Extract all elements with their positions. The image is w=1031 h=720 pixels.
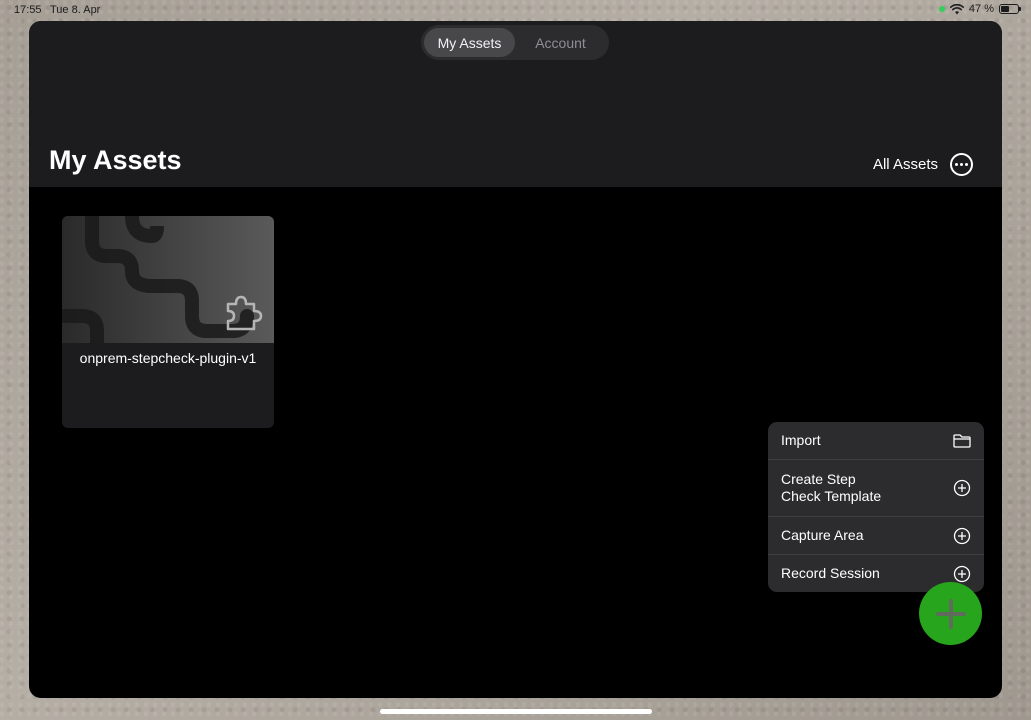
plus-circle-icon [953,565,971,583]
folder-icon [953,432,971,450]
home-indicator[interactable] [380,709,652,714]
add-menu: Import Create Step Check Template Captur… [768,422,984,592]
plus-icon [935,598,966,629]
header-actions: All Assets [873,153,973,176]
menu-item-capture-area[interactable]: Capture Area [768,517,984,555]
status-bar: 17:55 Tue 8. Apr 47 % [0,0,1031,20]
status-time: 17:55 [14,4,42,16]
tab-account[interactable]: Account [515,28,606,57]
all-assets-filter[interactable]: All Assets [873,156,938,173]
menu-item-label: Capture Area [781,527,864,543]
page-title: My Assets [49,145,182,175]
puzzle-piece-icon [226,295,263,331]
asset-thumbnail [62,216,274,343]
wifi-icon [949,3,964,14]
app-window: My Assets Account My Assets All Assets o… [29,21,1002,698]
plus-circle-icon [953,527,971,545]
plus-circle-icon [953,479,971,497]
ellipsis-circle-icon[interactable] [950,153,973,176]
battery-percentage: 47 % [968,3,994,15]
battery-icon [999,4,1021,14]
header: My Assets Account My Assets All Assets [29,21,1002,187]
asset-card[interactable]: onprem-stepcheck-plugin-v1 [62,216,274,428]
asset-name: onprem-stepcheck-plugin-v1 [79,350,257,366]
menu-item-import[interactable]: Import [768,422,984,460]
menu-item-label: Import [781,432,821,448]
status-indicators: 47 % [938,3,1021,15]
menu-item-label: Create Step Check Template [781,471,882,504]
status-date: Tue 8. Apr [50,4,101,16]
camera-indicator-icon [938,6,945,12]
menu-item-label: Record Session [781,565,880,581]
tab-my-assets[interactable]: My Assets [424,28,515,57]
menu-item-create-step-check-template[interactable]: Create Step Check Template [768,460,984,517]
tab-switcher: My Assets Account [421,25,609,60]
add-button[interactable] [919,582,982,645]
